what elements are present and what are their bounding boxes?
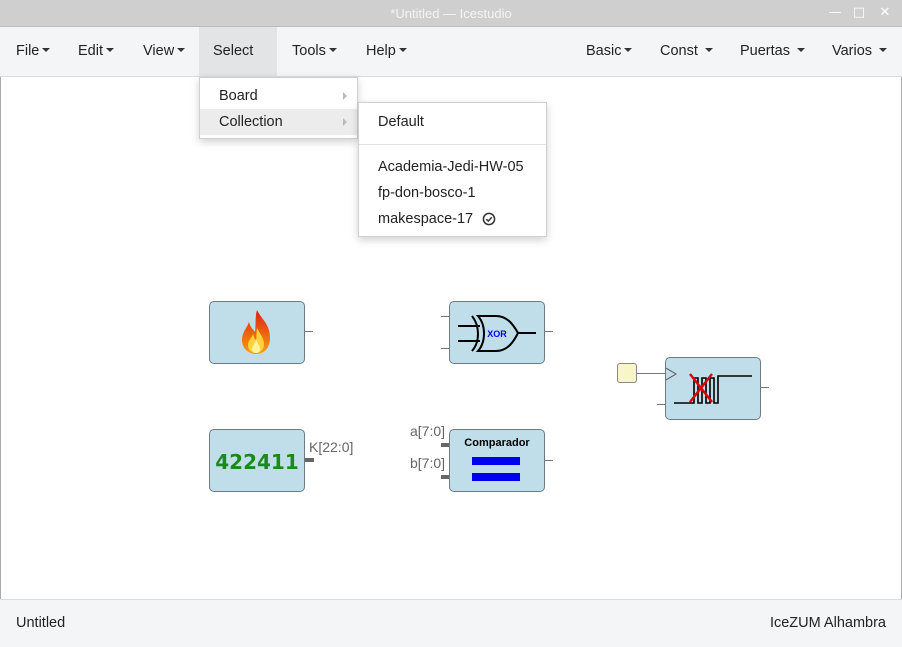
- submenu-divider: [359, 144, 546, 145]
- check-circle-icon: [482, 212, 496, 226]
- filter-clock-wire: [637, 373, 666, 374]
- status-bar: Untitled IceZUM Alhambra: [0, 599, 902, 647]
- constant-output-label: K[22:0]: [309, 439, 354, 455]
- collection-item[interactable]: fp-don-bosco-1: [359, 180, 546, 206]
- menu-varios[interactable]: Varios: [818, 27, 901, 76]
- comparator-input-a-label: a[7:0]: [410, 423, 446, 439]
- constant-output-port[interactable]: [305, 458, 314, 462]
- select-menu-item-board[interactable]: Board: [200, 83, 357, 109]
- menu-bar: File Edit View Select Tools Help Basic C…: [0, 27, 902, 101]
- minimize-icon[interactable]: —: [826, 4, 844, 22]
- menu-puertas[interactable]: Puertas: [726, 27, 819, 76]
- comparator-title: Comparador: [464, 437, 530, 449]
- xor-output-port[interactable]: [545, 331, 553, 332]
- xor-block[interactable]: XOR: [449, 301, 545, 364]
- close-icon[interactable]: ✕: [876, 4, 894, 22]
- debounce-output-port[interactable]: [761, 387, 769, 388]
- status-project-name: Untitled: [16, 615, 66, 631]
- maximize-icon[interactable]: □: [850, 4, 868, 22]
- fire-output-port[interactable]: [305, 331, 313, 332]
- menu-select[interactable]: Select: [199, 27, 277, 101]
- status-board-name[interactable]: IceZUM Alhambra: [770, 615, 886, 631]
- menu-file[interactable]: File: [2, 27, 64, 76]
- window-title: *Untitled — Icestudio: [390, 6, 512, 21]
- comparator-block[interactable]: Comparador: [449, 429, 545, 492]
- comparator-output-port[interactable]: [545, 460, 553, 461]
- fire-block[interactable]: [209, 301, 305, 364]
- collection-submenu: Default Academia-Jedi-HW-05 fp-don-bosco…: [358, 102, 547, 237]
- constant-value: 422411: [215, 450, 299, 474]
- clock-input-pin[interactable]: [617, 363, 637, 383]
- menu-edit[interactable]: Edit: [64, 27, 128, 76]
- xor-gate-icon: XOR: [458, 315, 536, 352]
- collection-item[interactable]: Academia-Jedi-HW-05: [359, 154, 546, 180]
- select-menu-dropdown: Board Collection: [199, 77, 358, 139]
- collection-item-selected[interactable]: makespace-17: [359, 206, 546, 232]
- chevron-right-icon: [343, 118, 347, 126]
- equals-icon-top-bar: [472, 457, 520, 465]
- constant-block[interactable]: 422411: [209, 429, 305, 492]
- menu-view[interactable]: View: [129, 27, 199, 76]
- debounce-icon: [666, 367, 752, 404]
- select-menu-item-collection[interactable]: Collection: [200, 109, 357, 135]
- menu-tools[interactable]: Tools: [278, 27, 351, 76]
- menu-basic[interactable]: Basic: [572, 27, 646, 76]
- fire-icon: [242, 310, 270, 354]
- xor-label: XOR: [487, 329, 507, 339]
- equals-icon-bottom-bar: [472, 473, 520, 481]
- menu-const[interactable]: Const: [646, 27, 727, 76]
- collection-item-default[interactable]: Default: [359, 109, 546, 135]
- debounce-block[interactable]: [665, 357, 761, 420]
- comparator-input-b-label: b[7:0]: [410, 455, 446, 471]
- title-bar: *Untitled — Icestudio — □ ✕: [0, 0, 902, 27]
- menu-help[interactable]: Help: [352, 27, 421, 76]
- chevron-right-icon: [343, 92, 347, 100]
